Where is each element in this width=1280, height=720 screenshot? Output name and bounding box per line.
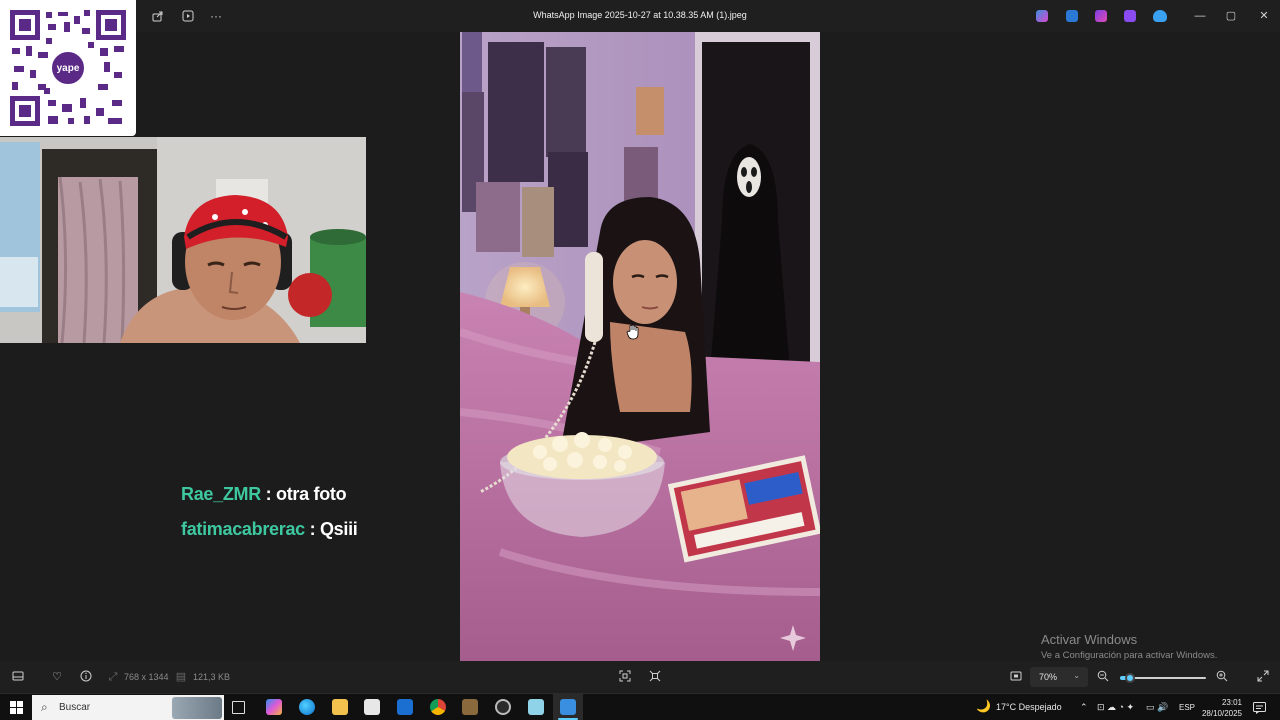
clipchamp-icon[interactable] [1124, 10, 1136, 22]
microsoft-store-icon[interactable] [364, 699, 380, 715]
edge-icon[interactable] [299, 699, 315, 715]
file-size-icon: ▤ [175, 671, 187, 683]
window-title: WhatsApp Image 2025-10-27 at 10.38.35 AM… [533, 10, 747, 20]
activate-subtitle: Ve a Configuración para activar Windows. [1041, 650, 1218, 661]
weather-text[interactable]: 17°C Despejado [996, 702, 1062, 712]
chat-username: fatimacabrerac [181, 519, 305, 539]
zoom-dropdown[interactable]: 70% ⌄ [1030, 667, 1088, 687]
dimensions-icon: ⤢ [108, 671, 118, 683]
restore-icon[interactable]: ▢ [1223, 8, 1239, 24]
hand-cursor-icon [626, 324, 640, 340]
fit-to-window-icon[interactable] [648, 670, 662, 684]
viewer-toolbar: ♡ ⤢ 768 x 1344 ▤ 121,3 KB 70% ⌄ [0, 661, 1280, 693]
info-icon[interactable] [79, 670, 93, 684]
qr-code-card: yape [0, 0, 136, 136]
webcam-feed [0, 137, 366, 343]
zoom-slider-thumb[interactable] [1125, 673, 1136, 683]
minimize-icon[interactable]: — [1192, 8, 1208, 24]
taskbar-clock[interactable]: 23:01 28/10/2025 [1190, 697, 1242, 719]
copilot-taskbar-icon[interactable] [266, 699, 282, 715]
search-icon: ⌕ [41, 700, 48, 714]
windows-taskbar: ⌕ Buscar 🌙 17°C Despejado ⌃ ⊡ ☁ ◔ ✦ ▭ 🔊 … [0, 693, 1280, 720]
search-highlight-image [172, 697, 222, 719]
tray-icons[interactable]: ⊡ ☁ ◔ ✦ [1097, 702, 1134, 713]
title-bar: ··· WhatsApp Image 2025-10-27 at 10.38.3… [0, 0, 1280, 32]
favorite-heart-icon[interactable]: ♡ [50, 670, 64, 684]
windows-start-icon[interactable] [10, 701, 23, 714]
notification-icon[interactable] [1253, 701, 1266, 714]
chat-text: otra foto [276, 484, 347, 504]
outlook-icon[interactable] [397, 699, 413, 715]
chrome-icon[interactable] [430, 699, 446, 715]
zoom-out-icon[interactable] [1096, 670, 1110, 684]
photos-taskbar-icon[interactable] [560, 699, 576, 715]
actual-size-icon[interactable] [618, 670, 632, 684]
yape-logo: yape [50, 50, 86, 86]
filmstrip-icon[interactable] [11, 670, 25, 684]
chat-separator: : [304, 519, 320, 539]
fullscreen-icon[interactable] [1256, 670, 1270, 684]
activate-title: Activar Windows [1041, 632, 1138, 647]
clock-time: 23:01 [1221, 698, 1242, 707]
clock-date: 28/10/2025 [1201, 709, 1242, 718]
task-view-icon[interactable] [232, 701, 245, 714]
chat-text: Qsiii [319, 519, 358, 539]
obs-icon[interactable] [495, 699, 511, 715]
chevron-up-icon[interactable]: ⌃ [1080, 702, 1088, 713]
fit-screen-icon[interactable] [1009, 670, 1023, 684]
network-volume-icons[interactable]: ▭ 🔊 [1146, 702, 1168, 713]
image-dimensions: 768 x 1344 [124, 672, 169, 682]
chat-username: Rae_ZMR [181, 484, 261, 504]
file-size: 121,3 KB [193, 672, 231, 682]
onedrive-icon[interactable] [1153, 10, 1167, 22]
zoom-in-icon[interactable] [1215, 670, 1229, 684]
chat-separator: : [260, 484, 277, 504]
displayed-image[interactable] [460, 32, 820, 661]
edit-icon[interactable] [1066, 10, 1078, 22]
taskbar-search-box[interactable]: ⌕ Buscar [32, 695, 224, 720]
app-icon[interactable] [528, 699, 544, 715]
copilot-icon[interactable] [1036, 10, 1048, 22]
close-icon[interactable]: ✕ [1256, 8, 1272, 24]
weather-moon-icon[interactable]: 🌙 [976, 699, 991, 713]
search-placeholder: Buscar [59, 702, 91, 713]
package-app-icon[interactable] [462, 699, 478, 715]
zoom-value: 70% [1039, 672, 1058, 682]
chat-message: Rae_ZMR : otra foto [181, 484, 441, 505]
chevron-down-icon: ⌄ [1073, 671, 1080, 680]
chat-message: fatimacabrerac : Qsiii [181, 519, 441, 540]
photos-app-window: ··· WhatsApp Image 2025-10-27 at 10.38.3… [0, 0, 1280, 720]
file-explorer-icon[interactable] [332, 699, 348, 715]
activate-windows-watermark: Activar Windows Ve a Configuración para … [1041, 632, 1217, 661]
designer-icon[interactable] [1095, 10, 1107, 22]
